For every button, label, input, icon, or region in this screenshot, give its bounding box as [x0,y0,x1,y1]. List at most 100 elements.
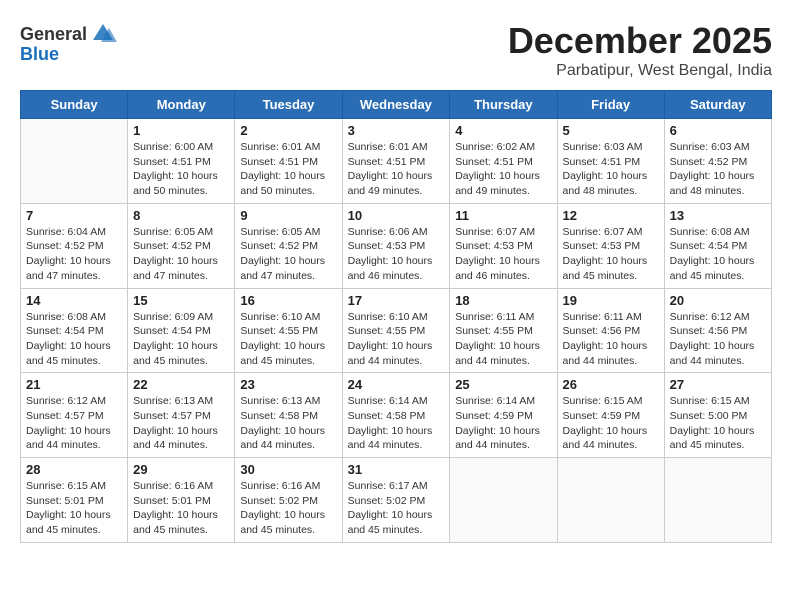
logo: General Blue [20,20,117,65]
calendar-cell: 16 Sunrise: 6:10 AMSunset: 4:55 PMDayligh… [235,288,342,373]
day-info: Sunrise: 6:09 AMSunset: 4:54 PMDaylight:… [133,310,229,369]
calendar-week-row: 28Sunrise: 6:15 AMSunset: 5:01 PMDayligh… [21,458,772,543]
calendar-cell: 20 Sunrise: 6:12 AMSunset: 4:56 PMDayligh… [664,288,771,373]
day-info: Sunrise: 6:00 AMSunset: 4:51 PMDaylight:… [133,140,229,199]
calendar-cell: 11Sunrise: 6:07 AMSunset: 4:53 PMDayligh… [450,203,557,288]
day-info: Sunrise: 6:06 AMSunset: 4:53 PMDaylight:… [348,225,445,284]
calendar-cell: 24 Sunrise: 6:14 AMSunset: 4:58 PMDayligh… [342,373,450,458]
day-number: 27 [670,377,766,392]
day-number: 15 [133,293,229,308]
day-info: Sunrise: 6:12 AMSunset: 4:56 PMDaylight:… [670,310,766,369]
calendar-cell [557,458,664,543]
day-number: 26 [563,377,659,392]
calendar-cell: 7 Sunrise: 6:04 AMSunset: 4:52 PMDaylight… [21,203,128,288]
day-info: Sunrise: 6:01 AMSunset: 4:51 PMDaylight:… [240,140,336,199]
day-number: 17 [348,293,445,308]
calendar-cell: 13 Sunrise: 6:08 AMSunset: 4:54 PMDayligh… [664,203,771,288]
day-number: 23 [240,377,336,392]
day-number: 16 [240,293,336,308]
calendar-cell [664,458,771,543]
day-number: 11 [455,208,551,223]
day-info: Sunrise: 6:01 AMSunset: 4:51 PMDaylight:… [348,140,445,199]
calendar-cell [450,458,557,543]
day-number: 3 [348,123,445,138]
day-info: Sunrise: 6:10 AMSunset: 4:55 PMDaylight:… [240,310,336,369]
day-number: 21 [26,377,122,392]
day-number: 20 [670,293,766,308]
day-info: Sunrise: 6:08 AMSunset: 4:54 PMDaylight:… [670,225,766,284]
calendar-cell: 19 Sunrise: 6:11 AMSunset: 4:56 PMDayligh… [557,288,664,373]
day-info: Sunrise: 6:17 AMSunset: 5:02 PMDaylight:… [348,479,445,538]
day-number: 29 [133,462,229,477]
day-info: Sunrise: 6:08 AMSunset: 4:54 PMDaylight:… [26,310,122,369]
day-info: Sunrise: 6:03 AMSunset: 4:52 PMDaylight:… [670,140,766,199]
calendar-week-row: 1Sunrise: 6:00 AMSunset: 4:51 PMDaylight… [21,119,772,204]
day-info: Sunrise: 6:03 AMSunset: 4:51 PMDaylight:… [563,140,659,199]
day-info: Sunrise: 6:07 AMSunset: 4:53 PMDaylight:… [563,225,659,284]
calendar-cell: 31 Sunrise: 6:17 AMSunset: 5:02 PMDayligh… [342,458,450,543]
day-number: 30 [240,462,336,477]
calendar-cell: 26 Sunrise: 6:15 AMSunset: 4:59 PMDayligh… [557,373,664,458]
day-header-saturday: Saturday [664,91,771,119]
page-header: General Blue December 2025 Parbatipur, W… [20,20,772,80]
calendar-cell: 15 Sunrise: 6:09 AMSunset: 4:54 PMDayligh… [128,288,235,373]
day-number: 5 [563,123,659,138]
calendar-cell: 8 Sunrise: 6:05 AMSunset: 4:52 PMDaylight… [128,203,235,288]
day-header-wednesday: Wednesday [342,91,450,119]
day-number: 25 [455,377,551,392]
day-number: 6 [670,123,766,138]
day-info: Sunrise: 6:15 AMSunset: 5:01 PMDaylight:… [26,479,122,538]
calendar-cell [21,119,128,204]
calendar-cell: 2Sunrise: 6:01 AMSunset: 4:51 PMDaylight… [235,119,342,204]
calendar-cell: 1Sunrise: 6:00 AMSunset: 4:51 PMDaylight… [128,119,235,204]
day-number: 31 [348,462,445,477]
calendar-cell: 25 Sunrise: 6:14 AMSunset: 4:59 PMDayligh… [450,373,557,458]
day-number: 18 [455,293,551,308]
calendar-cell: 12Sunrise: 6:07 AMSunset: 4:53 PMDayligh… [557,203,664,288]
calendar-cell: 28Sunrise: 6:15 AMSunset: 5:01 PMDayligh… [21,458,128,543]
calendar-cell: 3 Sunrise: 6:01 AMSunset: 4:51 PMDaylight… [342,119,450,204]
calendar-cell: 18 Sunrise: 6:11 AMSunset: 4:55 PMDayligh… [450,288,557,373]
logo-icon [89,20,117,48]
calendar-cell: 5 Sunrise: 6:03 AMSunset: 4:51 PMDaylight… [557,119,664,204]
day-number: 22 [133,377,229,392]
day-number: 24 [348,377,445,392]
day-number: 10 [348,208,445,223]
day-number: 13 [670,208,766,223]
day-info: Sunrise: 6:05 AMSunset: 4:52 PMDaylight:… [133,225,229,284]
calendar-week-row: 7 Sunrise: 6:04 AMSunset: 4:52 PMDaylight… [21,203,772,288]
day-header-friday: Friday [557,91,664,119]
calendar-cell: 22 Sunrise: 6:13 AMSunset: 4:57 PMDayligh… [128,373,235,458]
day-info: Sunrise: 6:10 AMSunset: 4:55 PMDaylight:… [348,310,445,369]
day-number: 7 [26,208,122,223]
day-info: Sunrise: 6:13 AMSunset: 4:57 PMDaylight:… [133,394,229,453]
day-info: Sunrise: 6:13 AMSunset: 4:58 PMDaylight:… [240,394,336,453]
day-info: Sunrise: 6:11 AMSunset: 4:56 PMDaylight:… [563,310,659,369]
calendar-week-row: 21 Sunrise: 6:12 AMSunset: 4:57 PMDayligh… [21,373,772,458]
logo-general: General [20,24,87,45]
calendar-cell: 6 Sunrise: 6:03 AMSunset: 4:52 PMDaylight… [664,119,771,204]
month-title: December 2025 [508,20,772,62]
day-info: Sunrise: 6:15 AMSunset: 5:00 PMDaylight:… [670,394,766,453]
day-info: Sunrise: 6:14 AMSunset: 4:59 PMDaylight:… [455,394,551,453]
calendar-cell: 27 Sunrise: 6:15 AMSunset: 5:00 PMDayligh… [664,373,771,458]
day-info: Sunrise: 6:04 AMSunset: 4:52 PMDaylight:… [26,225,122,284]
calendar-cell: 21 Sunrise: 6:12 AMSunset: 4:57 PMDayligh… [21,373,128,458]
calendar-week-row: 14Sunrise: 6:08 AMSunset: 4:54 PMDayligh… [21,288,772,373]
day-header-sunday: Sunday [21,91,128,119]
day-info: Sunrise: 6:14 AMSunset: 4:58 PMDaylight:… [348,394,445,453]
calendar-cell: 14Sunrise: 6:08 AMSunset: 4:54 PMDayligh… [21,288,128,373]
day-info: Sunrise: 6:12 AMSunset: 4:57 PMDaylight:… [26,394,122,453]
title-area: December 2025 Parbatipur, West Bengal, I… [508,20,772,80]
day-info: Sunrise: 6:16 AMSunset: 5:02 PMDaylight:… [240,479,336,538]
day-info: Sunrise: 6:15 AMSunset: 4:59 PMDaylight:… [563,394,659,453]
day-info: Sunrise: 6:16 AMSunset: 5:01 PMDaylight:… [133,479,229,538]
day-header-monday: Monday [128,91,235,119]
calendar-cell: 23 Sunrise: 6:13 AMSunset: 4:58 PMDayligh… [235,373,342,458]
day-info: Sunrise: 6:05 AMSunset: 4:52 PMDaylight:… [240,225,336,284]
day-number: 8 [133,208,229,223]
day-info: Sunrise: 6:11 AMSunset: 4:55 PMDaylight:… [455,310,551,369]
day-number: 19 [563,293,659,308]
calendar-cell: 30 Sunrise: 6:16 AMSunset: 5:02 PMDayligh… [235,458,342,543]
location-title: Parbatipur, West Bengal, India [508,62,772,80]
